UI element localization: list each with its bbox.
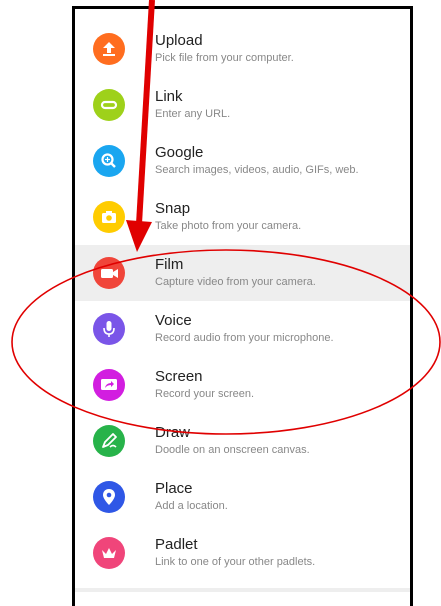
menu-item-title: Google bbox=[155, 144, 204, 161]
upload-icon bbox=[93, 33, 125, 65]
padlet-icon bbox=[93, 537, 125, 569]
menu-item-film[interactable]: Film Capture video from your camera. bbox=[75, 245, 410, 301]
menu-item-screen[interactable]: Screen Record your screen. bbox=[75, 357, 410, 413]
menu-item-padlet[interactable]: Padlet Link to one of your other padlets… bbox=[75, 525, 410, 581]
menu-item-draw[interactable]: Draw Doodle on an onscreen canvas. bbox=[75, 413, 410, 469]
screen-share-icon bbox=[93, 369, 125, 401]
menu-bottom-edge bbox=[75, 588, 410, 592]
menu-item-title: Draw bbox=[155, 424, 191, 441]
menu-item-subtitle: Record audio from your microphone. bbox=[155, 332, 334, 344]
menu-item-subtitle: Pick file from your computer. bbox=[155, 52, 294, 64]
link-icon bbox=[93, 89, 125, 121]
menu-item-title: Link bbox=[155, 88, 183, 105]
menu-item-link[interactable]: Link Enter any URL. bbox=[75, 77, 410, 133]
menu-item-snap[interactable]: Snap Take photo from your camera. bbox=[75, 189, 410, 245]
menu-item-subtitle: Capture video from your camera. bbox=[155, 276, 316, 288]
location-pin-icon bbox=[93, 481, 125, 513]
menu-item-title: Snap bbox=[155, 200, 191, 217]
menu-item-subtitle: Search images, videos, audio, GIFs, web. bbox=[155, 164, 359, 176]
menu-item-subtitle: Doodle on an onscreen canvas. bbox=[155, 444, 310, 456]
menu-item-title: Screen bbox=[155, 368, 203, 385]
menu-item-subtitle: Add a location. bbox=[155, 500, 228, 512]
menu-item-title: Film bbox=[155, 256, 184, 273]
menu-item-title: Place bbox=[155, 480, 193, 497]
camera-icon bbox=[93, 201, 125, 233]
attachment-menu: Upload Pick file from your computer. Lin… bbox=[72, 6, 413, 606]
menu-item-title: Upload bbox=[155, 32, 203, 49]
menu-item-place[interactable]: Place Add a location. bbox=[75, 469, 410, 525]
menu-item-subtitle: Enter any URL. bbox=[155, 108, 231, 120]
menu-item-subtitle: Link to one of your other padlets. bbox=[155, 556, 316, 568]
microphone-icon bbox=[93, 313, 125, 345]
menu-item-voice[interactable]: Voice Record audio from your microphone. bbox=[75, 301, 410, 357]
draw-icon bbox=[93, 425, 125, 457]
menu-item-subtitle: Record your screen. bbox=[155, 388, 255, 400]
menu-item-google[interactable]: Google Search images, videos, audio, GIF… bbox=[75, 133, 410, 189]
menu-item-title: Voice bbox=[155, 312, 192, 329]
menu-item-subtitle: Take photo from your camera. bbox=[155, 220, 302, 232]
menu-item-title: Padlet bbox=[155, 536, 198, 553]
menu-item-upload[interactable]: Upload Pick file from your computer. bbox=[75, 21, 410, 77]
google-search-icon bbox=[93, 145, 125, 177]
video-camera-icon bbox=[93, 257, 125, 289]
